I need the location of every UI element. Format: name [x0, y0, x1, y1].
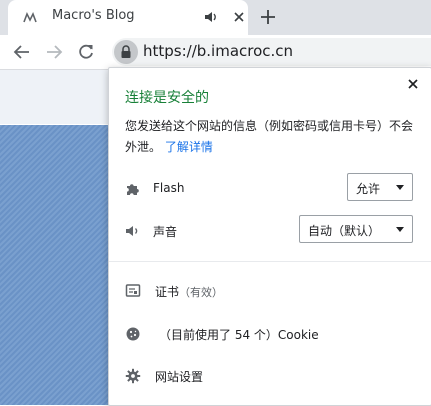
close-tab-icon[interactable]: [230, 8, 248, 26]
url-text[interactable]: https://b.imacroc.cn: [143, 42, 293, 60]
learn-more-link[interactable]: 了解详情: [165, 140, 213, 154]
security-description: 您发送给这个网站的信息（例如密码或信用卡号）不会外泄。 了解详情: [125, 116, 421, 158]
certificate-icon: [125, 284, 141, 297]
cookies-label: （目前使用了 54 个）Cookie: [159, 328, 319, 342]
cookies-row[interactable]: （目前使用了 54 个）Cookie: [109, 316, 431, 352]
certificate-status: （有效）: [179, 286, 224, 299]
select-value: 自动（默认）: [308, 224, 381, 238]
select-value: 允许: [356, 182, 381, 196]
certificate-label: 证书（有效）: [155, 283, 223, 300]
speaker-icon: [126, 226, 138, 236]
permission-label: Flash: [153, 181, 185, 195]
site-info-popup: 连接是安全的 您发送给这个网站的信息（例如密码或信用卡号）不会外泄。 了解详情 …: [108, 67, 431, 406]
site-settings-label: 网站设置: [155, 370, 204, 384]
back-icon[interactable]: [12, 42, 32, 62]
permission-row-sound: 声音 自动（默认）: [109, 215, 431, 247]
reload-icon[interactable]: [76, 42, 96, 62]
forward-icon[interactable]: [44, 42, 64, 62]
section-divider: [109, 261, 431, 262]
chevron-down-icon: [396, 227, 404, 232]
certificate-row[interactable]: 证书（有效）: [109, 273, 431, 309]
lock-icon: [121, 45, 131, 58]
address-bar[interactable]: https://b.imacroc.cn: [112, 38, 431, 66]
puzzle-icon: [127, 184, 139, 195]
gear-icon: [125, 368, 141, 384]
connection-secure-title: 连接是安全的: [125, 90, 209, 106]
close-icon[interactable]: [405, 76, 421, 92]
chevron-down-icon: [396, 185, 404, 190]
browser-tab[interactable]: Macro's Blog: [8, 0, 248, 35]
site-favicon-icon: [23, 12, 37, 23]
tab-strip: Macro's Blog: [0, 0, 431, 35]
site-info-button[interactable]: [114, 40, 138, 64]
flash-permission-select[interactable]: 允许: [347, 173, 413, 201]
new-tab-icon[interactable]: [258, 7, 278, 27]
certificate-text: 证书: [155, 285, 180, 299]
browser-toolbar: https://b.imacroc.cn: [0, 35, 431, 70]
permission-row-flash: Flash 允许: [109, 173, 431, 205]
speaker-icon[interactable]: [204, 9, 218, 25]
permission-label: 声音: [153, 225, 178, 239]
site-settings-row[interactable]: 网站设置: [109, 358, 431, 394]
sound-permission-select[interactable]: 自动（默认）: [299, 215, 413, 243]
cookie-icon: [126, 327, 140, 341]
tab-title: Macro's Blog: [52, 8, 135, 23]
